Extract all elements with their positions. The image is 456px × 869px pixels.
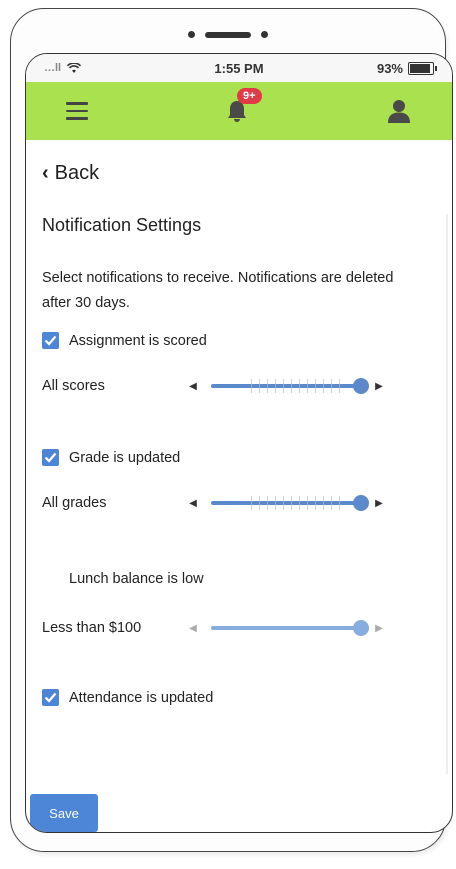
setting-assignment-scored: Assignment is scored [42,332,436,349]
status-left: …ll [44,62,82,74]
checkbox-attendance-updated[interactable] [42,689,59,706]
slider-increase-icon[interactable]: ▶ [373,498,385,509]
back-button[interactable]: ‹ Back [42,162,99,185]
page-description: Select notifications to receive. Notific… [42,270,394,311]
slider-label: Less than $100 [42,620,142,636]
menu-line [66,102,88,105]
slider-handle[interactable] [353,378,369,394]
setting-label: Attendance is updated [69,689,214,706]
setting-attendance-updated: Attendance is updated [42,689,436,706]
slider-ticks [251,496,341,510]
slider-label: All scores [42,378,105,394]
phone-speaker [188,31,268,38]
user-icon[interactable] [386,98,412,124]
scrollbar[interactable] [446,214,448,774]
slider-assignment[interactable] [211,378,369,394]
slider-handle[interactable] [353,495,369,511]
notifications-button[interactable]: 9+ [225,88,262,124]
slider-decrease-icon[interactable]: ◀ [187,498,199,509]
speaker-slot [205,31,251,38]
checkmark-icon [44,335,57,346]
slider-lunch[interactable] [211,620,369,636]
slider-row-lunch: Less than $100 ◀ ▶ [42,615,436,641]
slider-grade[interactable] [211,495,369,511]
setting-grade-updated: Grade is updated [42,449,436,466]
slider-row-assignment: All scores ◀ ▶ [42,373,436,399]
checkbox-grade-updated[interactable] [42,449,59,466]
slider-label: All grades [42,495,107,511]
menu-line [66,109,88,113]
battery-percent: 93% [376,60,403,76]
setting-lunch-balance: Lunch balance is low [42,570,436,587]
sensor-dot [261,31,268,38]
status-bar: …ll 1:55 PM 93% [26,54,452,82]
chevron-left-icon: ‹ [42,162,49,184]
page-title: Notification Settings [42,215,202,235]
back-label: Back [54,162,100,184]
checkbox-lunch-balance[interactable] [42,570,59,587]
slider-increase-icon[interactable]: ▶ [373,623,385,634]
status-right: 93% [376,60,437,76]
menu-line [66,117,88,120]
setting-label: Grade is updated [69,449,181,466]
slider-decrease-icon[interactable]: ◀ [187,381,199,392]
settings-content: ‹ Back Notification Settings Select noti… [26,162,452,706]
setting-label: Lunch balance is low [69,570,204,587]
signal-icon: …ll [44,62,62,74]
app-header: 9+ [26,82,452,140]
battery-icon [408,61,437,75]
slider-ticks [251,379,341,393]
checkmark-icon [44,692,57,703]
setting-label: Assignment is scored [69,332,207,349]
screen: …ll 1:55 PM 93% 9+ ‹ Back Notification S… [25,53,453,833]
checkmark-icon [44,452,57,463]
menu-icon[interactable] [66,102,88,120]
slider-handle[interactable] [353,620,369,636]
slider-increase-icon[interactable]: ▶ [373,381,385,392]
notification-badge: 9+ [237,88,262,104]
status-time: 1:55 PM [214,60,264,76]
battery-fill [410,63,431,73]
camera-dot [188,31,195,38]
wifi-icon [67,62,82,73]
save-button[interactable]: Save [30,794,98,832]
slider-decrease-icon[interactable]: ◀ [187,623,199,634]
checkbox-assignment-scored[interactable] [42,332,59,349]
slider-row-grade: All grades ◀ ▶ [42,490,436,516]
phone-frame: …ll 1:55 PM 93% 9+ ‹ Back Notification S… [10,8,453,852]
